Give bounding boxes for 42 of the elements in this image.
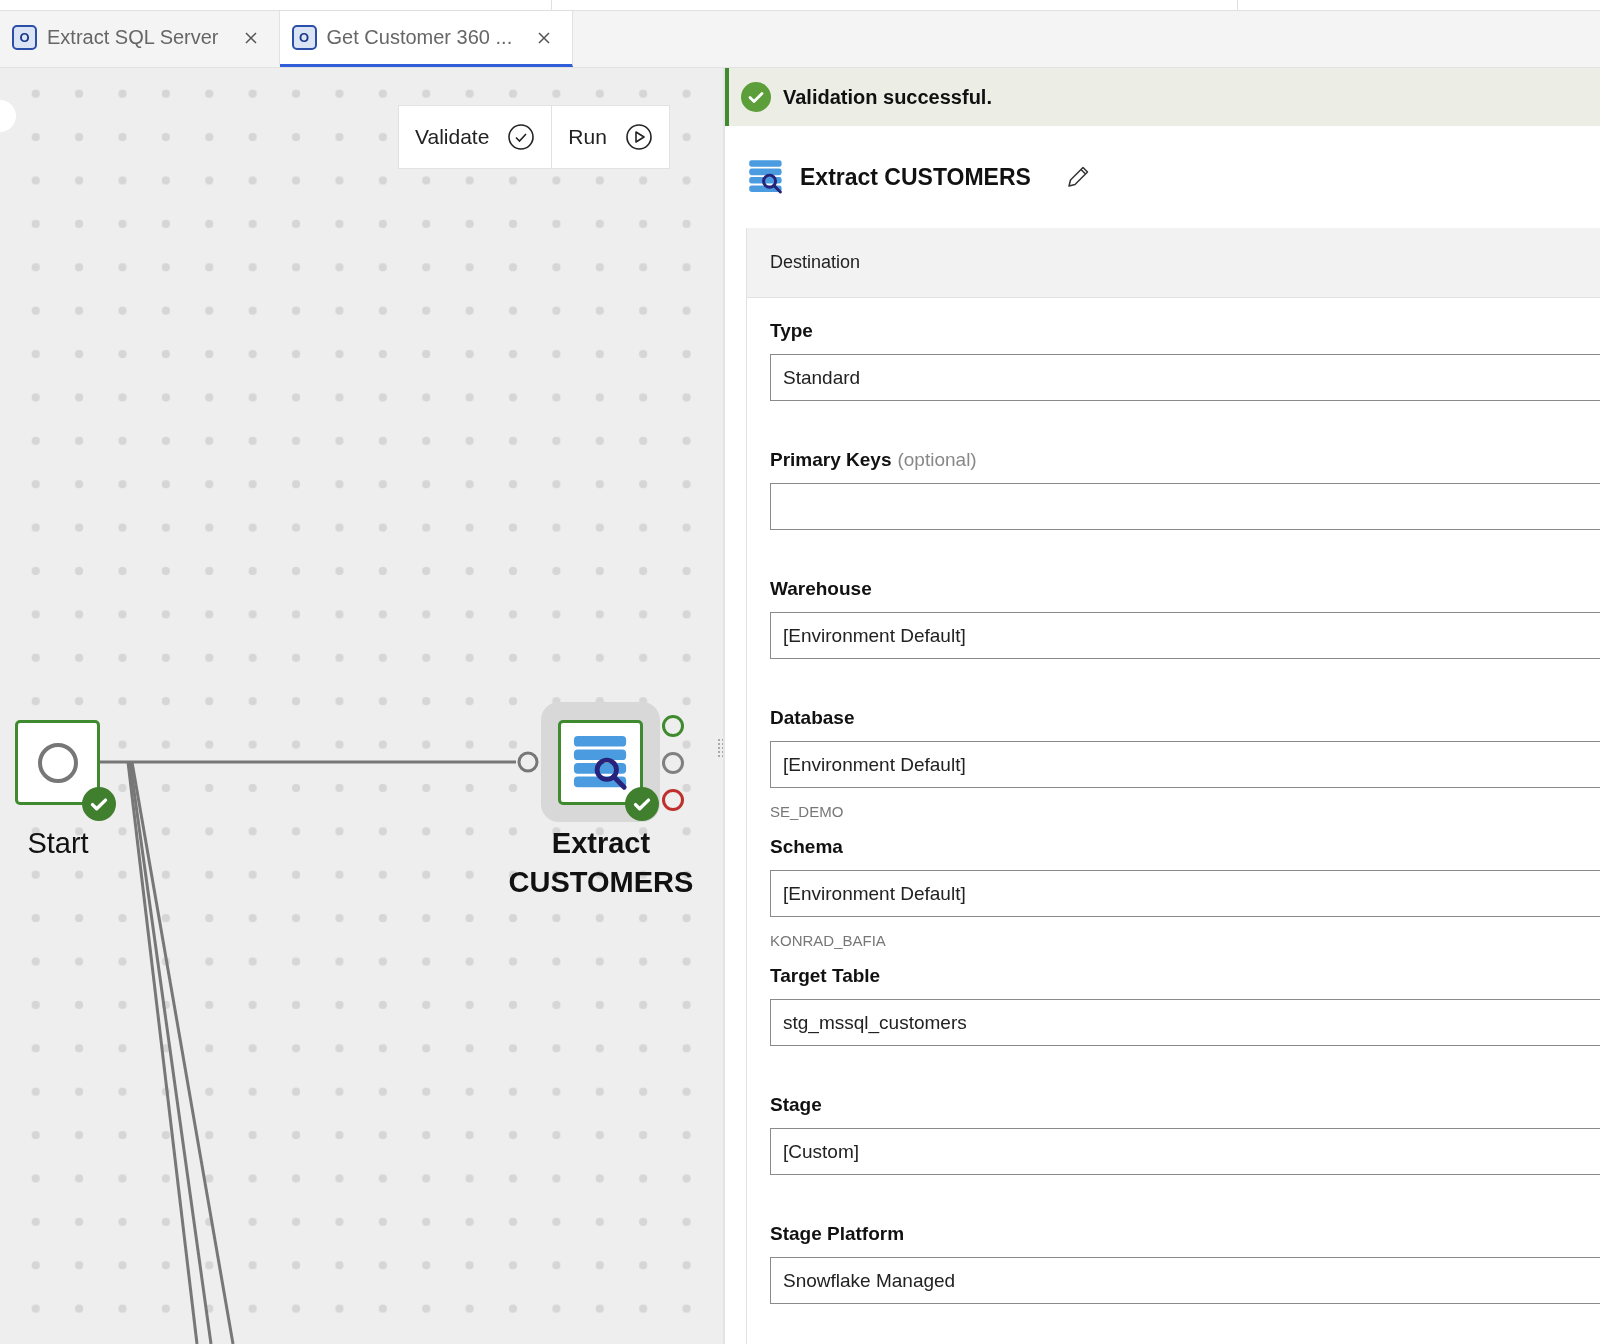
field-label: Stage Platform xyxy=(770,1223,906,1246)
output-port[interactable] xyxy=(662,715,684,737)
field-label: Database xyxy=(770,707,856,730)
table-search-icon xyxy=(571,733,630,792)
node-frame[interactable] xyxy=(558,720,643,805)
field-hint: KONRAD_BAFIA xyxy=(770,932,887,949)
input-field[interactable]: [Environment Default] xyxy=(770,870,1600,917)
input-field[interactable]: [Custom] xyxy=(770,1128,1600,1175)
close-icon[interactable] xyxy=(244,31,257,44)
validation-message: Validation successful. xyxy=(783,85,992,109)
circle-icon xyxy=(35,740,80,785)
editor-tab[interactable]: O Extract SQL Server xyxy=(0,11,280,67)
play-circle-icon xyxy=(624,123,653,151)
field-label: Warehouse xyxy=(770,578,873,601)
input-field[interactable]: [Environment Default] xyxy=(770,741,1600,788)
resize-grip[interactable] xyxy=(717,738,723,758)
input-field[interactable]: Snowflake Managed xyxy=(770,1257,1600,1304)
field-label: Stage xyxy=(770,1094,823,1117)
field-label: Target Table xyxy=(770,965,882,988)
component-title: Extract CUSTOMERS xyxy=(800,163,1031,191)
field-label: Primary Keys (optional) xyxy=(770,449,978,472)
editor-tab[interactable]: O Get Customer 360 ... xyxy=(279,11,574,67)
input-field[interactable]: stg_mssql_customers xyxy=(770,999,1600,1046)
node-label: Extract xyxy=(551,826,651,861)
close-icon[interactable] xyxy=(538,31,551,44)
input-field[interactable]: [Environment Default] xyxy=(770,612,1600,659)
field-label: Type xyxy=(770,320,814,343)
field-hint: SE_DEMO xyxy=(770,803,845,820)
table-search-icon xyxy=(748,159,784,195)
node-label: Start xyxy=(27,826,89,861)
node-label: CUSTOMERS xyxy=(508,865,694,900)
check-circle-icon xyxy=(507,123,536,151)
success-icon xyxy=(741,82,771,112)
output-port[interactable] xyxy=(662,752,684,774)
input-field[interactable]: Standard xyxy=(770,354,1600,401)
section-header[interactable]: Destination xyxy=(747,228,1600,298)
input-field[interactable] xyxy=(770,483,1600,530)
field-label: Schema xyxy=(770,836,844,859)
output-port[interactable] xyxy=(662,789,684,811)
node-frame[interactable] xyxy=(15,720,100,805)
tab-icon: O xyxy=(291,25,317,50)
tab-icon: O xyxy=(12,25,37,50)
